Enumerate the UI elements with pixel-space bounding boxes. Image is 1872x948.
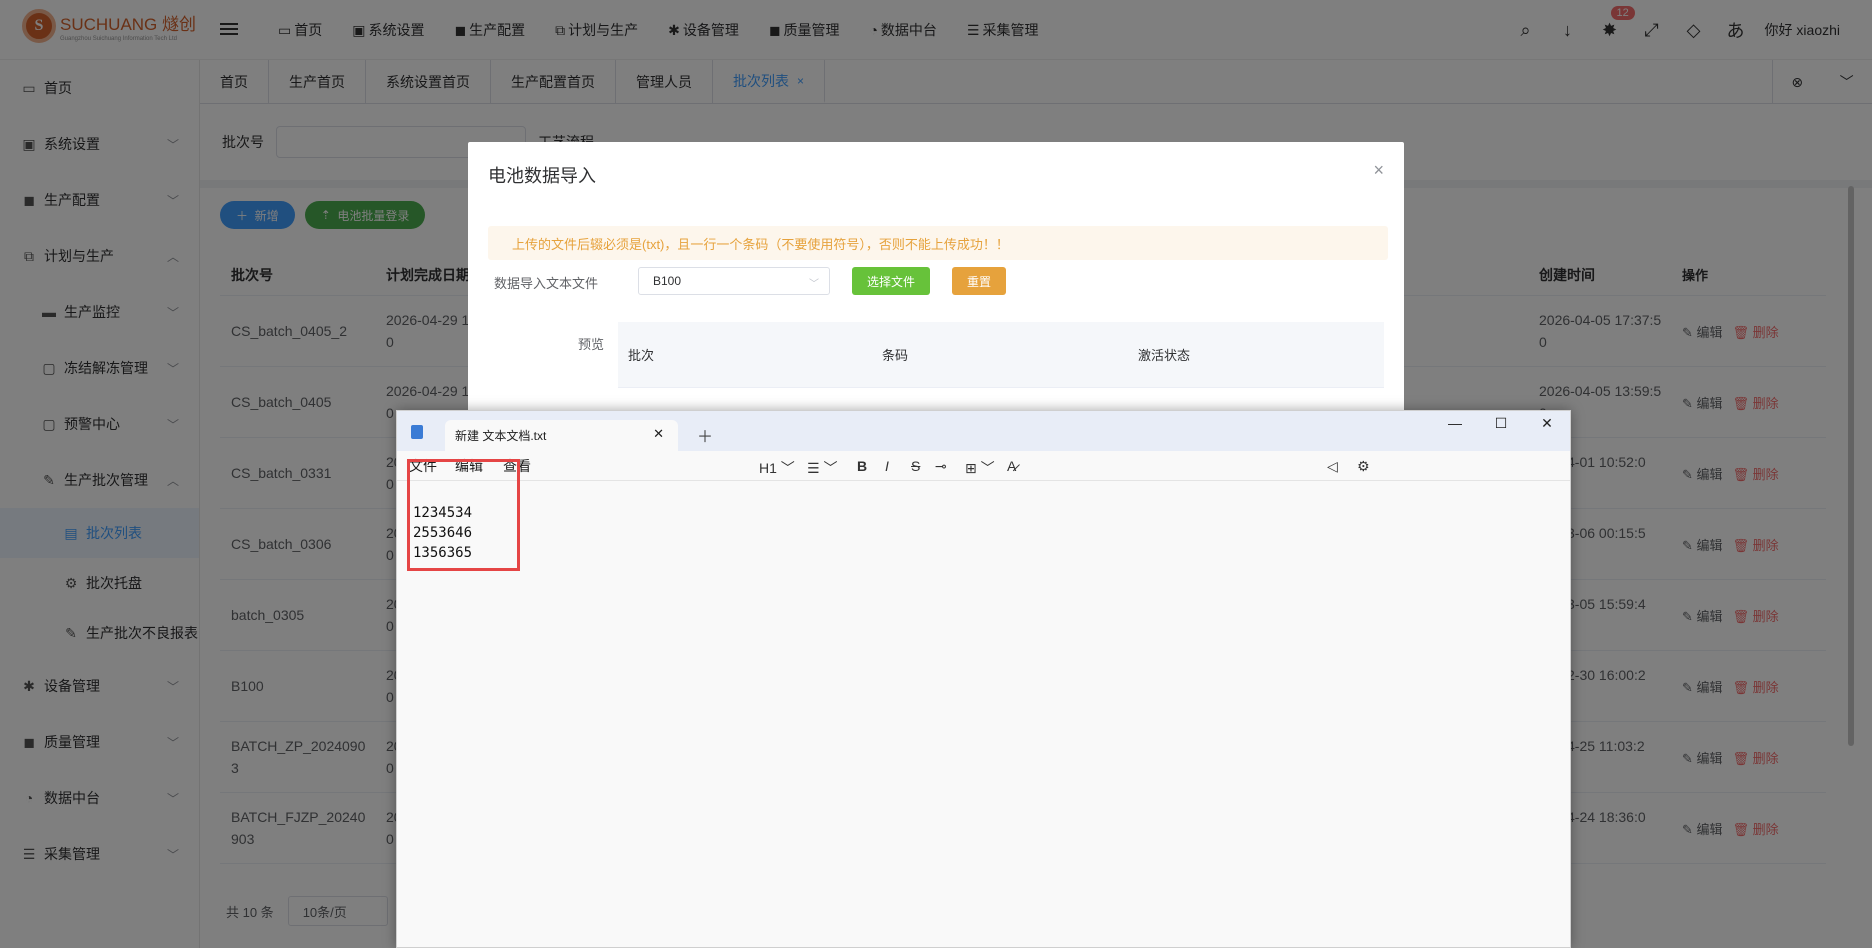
notepad-window: 新建 文本文档.txt ✕ ＋ — ☐ ✕ 文件 编辑 查看 H1 ﹀ ☰ ﹀ B… <box>396 410 1571 948</box>
close-icon[interactable]: × <box>1373 160 1384 181</box>
import-dialog: 电池数据导入 × 上传的文件后辍必须是(txt)，且一行一个条码（不要使用符号）… <box>468 142 1404 412</box>
upload-warning: 上传的文件后辍必须是(txt)，且一行一个条码（不要使用符号），否则不能上传成功… <box>488 226 1388 260</box>
col-activation: 激活状态 <box>1138 348 1191 363</box>
list-icon[interactable]: ☰ ﹀ <box>807 458 837 478</box>
close-window-icon[interactable]: ✕ <box>1524 411 1570 441</box>
heading-dropdown[interactable]: H1 ﹀ <box>759 458 795 478</box>
window-controls: — ☐ ✕ <box>1432 411 1570 441</box>
bold-icon[interactable]: B <box>857 458 867 474</box>
reset-button[interactable]: 重置 <box>952 267 1007 295</box>
notepad-titlebar: 新建 文本文档.txt ✕ ＋ — ☐ ✕ <box>397 411 1570 451</box>
chevron-down-icon: ﹀ <box>809 279 819 290</box>
batch-select[interactable]: B100 ﹀ <box>638 267 830 295</box>
italic-icon[interactable]: I <box>885 458 889 474</box>
notepad-app-icon <box>411 425 423 439</box>
strikethrough-icon[interactable]: S <box>911 458 920 474</box>
maximize-icon[interactable]: ☐ <box>1478 411 1524 441</box>
file-label: 数据导入文本文件 <box>494 276 599 291</box>
preview-table-header: 批次 条码 激活状态 <box>618 322 1384 388</box>
highlight-box <box>407 459 520 571</box>
app: S SUCHUANG 燧创 Guangzhou Suichuang Inform… <box>0 0 1872 948</box>
preview-label: 预览 <box>578 337 605 352</box>
table-icon[interactable]: ⊞ ﹀ <box>965 458 995 478</box>
choose-file-button[interactable]: 选择文件 <box>852 267 931 295</box>
col-barcode: 条码 <box>882 348 909 363</box>
new-tab-icon[interactable]: ＋ <box>697 423 713 447</box>
close-icon[interactable]: ✕ <box>653 426 664 442</box>
minimize-icon[interactable]: — <box>1432 411 1478 441</box>
notepad-tab[interactable]: 新建 文本文档.txt ✕ <box>445 420 678 451</box>
megaphone-icon[interactable]: ◁ <box>1327 458 1338 475</box>
spellcheck-icon[interactable]: A̷ <box>1007 458 1016 474</box>
link-icon[interactable]: ⊸ <box>935 458 947 475</box>
gear-icon[interactable]: ⚙ <box>1357 458 1370 475</box>
dialog-title: 电池数据导入 <box>488 166 596 186</box>
col-batch: 批次 <box>628 348 655 363</box>
